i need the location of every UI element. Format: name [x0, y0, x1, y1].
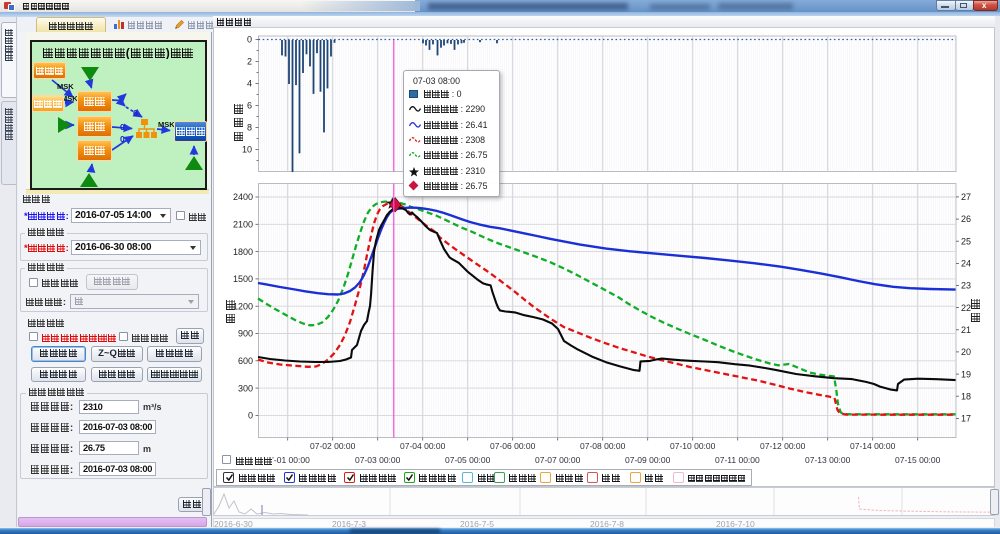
svg-text:MSK: MSK [158, 120, 175, 129]
svg-text:900: 900 [238, 329, 253, 339]
svg-text:17: 17 [961, 414, 971, 424]
svg-text:20: 20 [961, 347, 971, 357]
svg-text:23: 23 [961, 281, 971, 291]
svg-text:10: 10 [242, 145, 252, 155]
svg-text:6: 6 [133, 108, 138, 118]
svg-text:19: 19 [961, 369, 971, 379]
svg-text:1800: 1800 [233, 247, 253, 257]
svg-text:0: 0 [248, 411, 253, 421]
svg-text:0: 0 [120, 122, 125, 132]
svg-text:0: 0 [120, 134, 125, 144]
svg-text:1500: 1500 [233, 274, 253, 284]
svg-text:600: 600 [238, 356, 253, 366]
svg-text:MSK: MSK [57, 82, 74, 91]
svg-text:27: 27 [961, 192, 971, 202]
svg-text:6: 6 [247, 101, 252, 111]
svg-text:2100: 2100 [233, 220, 253, 230]
svg-text:21: 21 [961, 325, 971, 335]
svg-text:24: 24 [961, 259, 971, 269]
svg-text:25: 25 [961, 236, 971, 246]
svg-text:18: 18 [961, 391, 971, 401]
svg-text:2: 2 [247, 57, 252, 67]
svg-text:2400: 2400 [233, 192, 253, 202]
svg-text:26: 26 [961, 214, 971, 224]
svg-text:8: 8 [247, 123, 252, 133]
svg-text:22: 22 [961, 303, 971, 313]
svg-text:4: 4 [247, 79, 252, 89]
svg-text:0: 0 [247, 35, 252, 45]
svg-text:300: 300 [238, 383, 253, 393]
svg-text:1200: 1200 [233, 301, 253, 311]
